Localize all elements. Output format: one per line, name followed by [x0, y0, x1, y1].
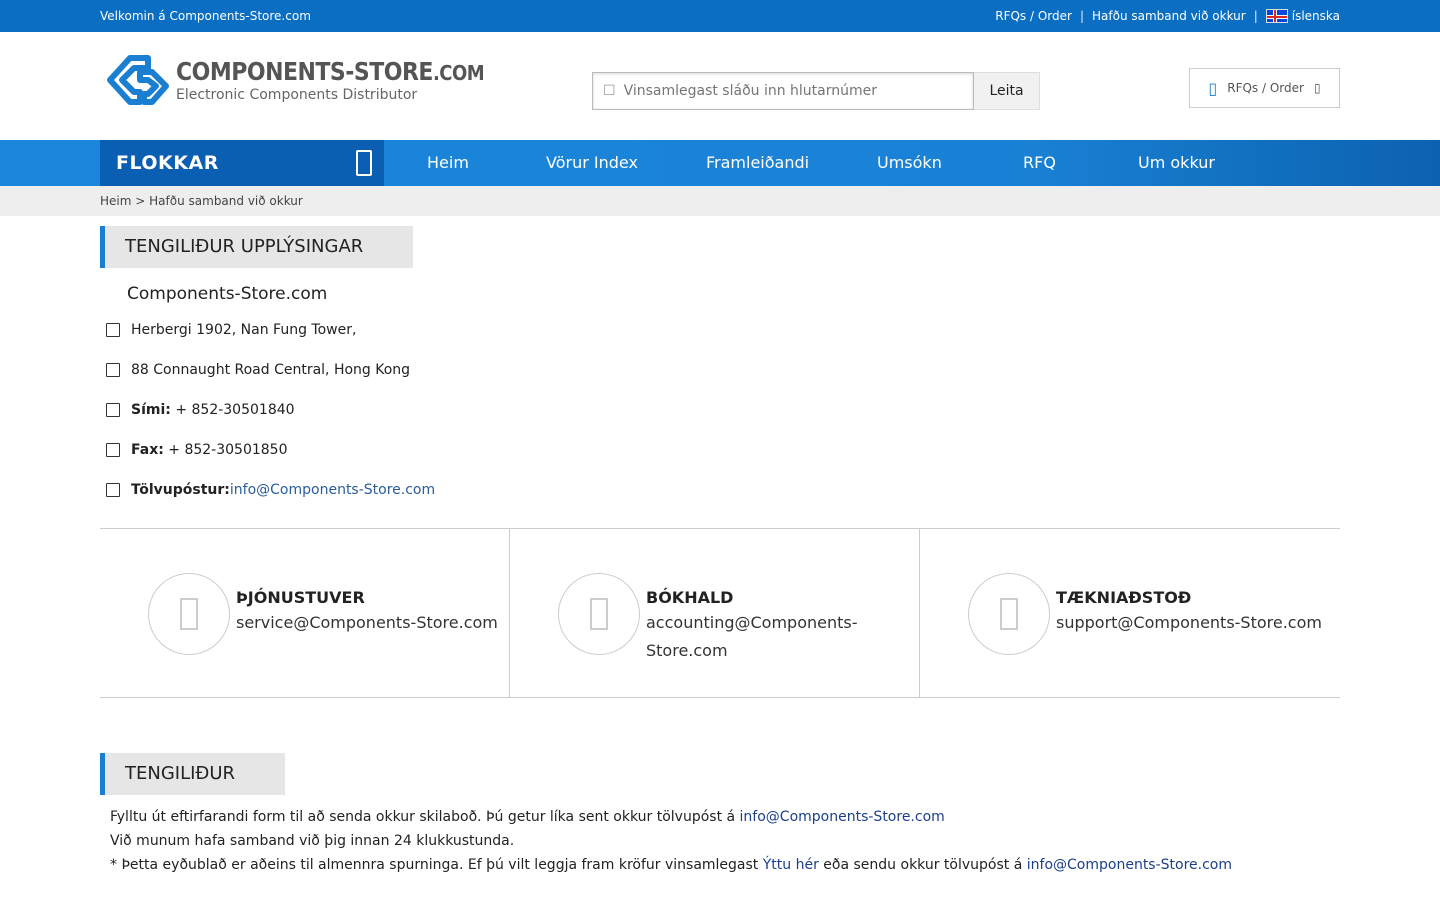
breadcrumb-current: Hafðu samband við okkur	[149, 194, 303, 208]
search-icon: ☐	[603, 83, 616, 99]
departments: ÞJÓNUSTUVER service@Components-Store.com…	[100, 528, 1340, 698]
dept-service: ÞJÓNUSTUVER service@Components-Store.com	[100, 529, 510, 697]
separator: |	[1079, 9, 1085, 23]
contact-form-title: TENGILIÐUR	[100, 753, 286, 795]
location-icon	[106, 323, 120, 337]
notes-email-link-2[interactable]: info@Components-Store.com	[1027, 857, 1232, 873]
categories-menu[interactable]: FLOKKAR	[100, 140, 384, 186]
dept-support: TÆKNIAÐSTOÐ support@Components-Store.com	[920, 529, 1340, 697]
location-icon	[106, 363, 120, 377]
cart-icon: ▯	[1208, 78, 1218, 98]
nav-item-rfq[interactable]: RFQ	[1023, 153, 1056, 172]
dept-title: TÆKNIAÐSTOÐ	[1056, 588, 1192, 607]
rfq-order-label: RFQs / Order	[1227, 81, 1304, 95]
search-bar: ☐ Leita	[592, 72, 1040, 110]
email-icon	[106, 483, 120, 497]
language-selector[interactable]: íslenska	[1265, 8, 1340, 24]
phone-icon	[106, 403, 120, 417]
iceland-flag-icon	[1265, 9, 1288, 24]
logo[interactable]: COMPONENTS-STORE.COM Electronic Componen…	[100, 50, 485, 112]
header: COMPONENTS-STORE.COM Electronic Componen…	[100, 32, 1340, 140]
search-box: ☐	[592, 72, 974, 110]
breadcrumb-home[interactable]: Heim	[100, 194, 131, 208]
main-nav: FLOKKAR Heim Vörur Index Framleiðandi Um…	[0, 140, 1440, 186]
breadcrumb-separator: >	[135, 194, 146, 208]
chevron-icon: ▯	[1313, 81, 1321, 95]
dept-accounting: BÓKHALD accounting@Components-Store.com	[510, 529, 920, 697]
menu-icon	[356, 150, 372, 176]
breadcrumb: Heim > Hafðu samband við okkur	[0, 186, 1440, 216]
main-content: TENGILIÐUR UPPLÝSINGAR Components-Store.…	[100, 226, 1340, 877]
rfq-click-here-link[interactable]: Ýttu hér	[763, 857, 819, 873]
fax-icon	[106, 443, 120, 457]
notes-email-link-1[interactable]: info@Components-Store.com	[740, 809, 945, 825]
search-input[interactable]	[623, 83, 944, 99]
logo-tagline: Electronic Components Distributor	[176, 86, 418, 103]
dept-email[interactable]: accounting@Components-Store.com	[646, 609, 876, 665]
dept-title: ÞJÓNUSTUVER	[236, 588, 365, 607]
nav-item-application[interactable]: Umsókn	[877, 153, 942, 172]
top-bar: Velkomin á Components-Store.com RFQs / O…	[0, 0, 1440, 32]
dept-title: BÓKHALD	[646, 588, 734, 607]
dept-email[interactable]: service@Components-Store.com	[236, 609, 498, 637]
contact-notes: Fylltu út eftirfarandi form til að senda…	[110, 809, 1233, 873]
logo-brand: COMPONENTS-STORE.COM	[176, 57, 485, 87]
fax-row: Fax: + 852-30501850	[100, 430, 1340, 470]
company-name: Components-Store.com	[127, 284, 328, 304]
contact-form-section: TENGILIÐUR Fylltu út eftirfarandi form t…	[100, 753, 1340, 877]
email-row: Tölvupóstur: info@Components-Store.com	[100, 470, 1340, 510]
nav-item-product-index[interactable]: Vörur Index	[546, 153, 638, 172]
address-line-2: 88 Connaught Road Central, Hong Kong	[100, 350, 1340, 390]
accounting-icon	[558, 573, 640, 655]
nav-item-home[interactable]: Heim	[427, 153, 469, 172]
address-line-1: Herbergi 1902, Nan Fung Tower,	[100, 310, 1340, 350]
welcome-text: Velkomin á Components-Store.com	[100, 9, 311, 23]
support-icon	[968, 573, 1050, 655]
language-label: íslenska	[1291, 8, 1340, 23]
contact-info-title: TENGILIÐUR UPPLÝSINGAR	[100, 226, 414, 268]
logo-mark-icon	[107, 55, 169, 105]
categories-label: FLOKKAR	[116, 152, 219, 174]
nav-item-about[interactable]: Um okkur	[1138, 153, 1215, 172]
search-button[interactable]: Leita	[974, 72, 1040, 110]
dept-email[interactable]: support@Components-Store.com	[1056, 609, 1322, 637]
nav-item-manufacturer[interactable]: Framleiðandi	[706, 153, 809, 172]
separator: |	[1253, 9, 1258, 23]
top-link-rfqs[interactable]: RFQs / Order	[995, 9, 1072, 23]
service-icon	[148, 573, 230, 655]
info-email-link[interactable]: info@Components-Store.com	[230, 482, 435, 498]
phone-row: Sími: + 852-30501840	[100, 390, 1340, 430]
rfq-order-button[interactable]: ▯ RFQs / Order ▯	[1189, 68, 1340, 108]
top-link-contact[interactable]: Hafðu samband við okkur	[1092, 9, 1246, 23]
